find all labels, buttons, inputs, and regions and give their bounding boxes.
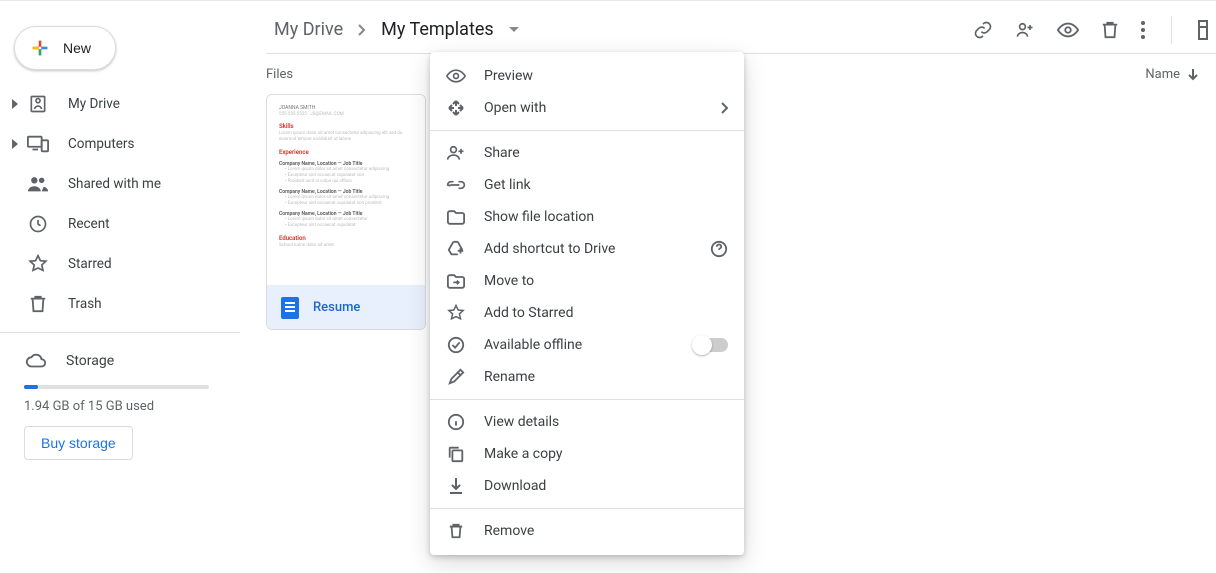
share-button[interactable] xyxy=(1015,20,1035,40)
shortcut-icon xyxy=(446,239,466,259)
ctx-make-copy[interactable]: Make a copy xyxy=(430,438,744,470)
file-card[interactable]: JOANNA SMITH 555-555-5555 · JS@EMAIL.COM… xyxy=(266,94,426,330)
trash-icon xyxy=(446,521,466,541)
link-icon xyxy=(446,175,466,195)
sidebar-item-label: My Drive xyxy=(68,96,120,112)
new-button[interactable]: New xyxy=(14,26,116,70)
open-with-icon xyxy=(446,98,466,118)
ctx-available-offline[interactable]: Available offline xyxy=(430,329,744,361)
cloud-icon xyxy=(24,349,48,373)
get-link-button[interactable] xyxy=(973,20,993,40)
ctx-rename[interactable]: Rename xyxy=(430,361,744,393)
expand-icon[interactable] xyxy=(6,99,24,109)
ctx-open-with[interactable]: Open with xyxy=(430,92,744,124)
ctx-remove[interactable]: Remove xyxy=(430,515,744,547)
sidebar-item-trash[interactable]: Trash xyxy=(0,284,240,324)
download-icon xyxy=(446,476,466,496)
devices-icon xyxy=(26,132,50,156)
people-icon xyxy=(26,172,50,196)
files-label: Files xyxy=(266,67,293,82)
offline-toggle[interactable] xyxy=(694,338,728,352)
ctx-view-details[interactable]: View details xyxy=(430,406,744,438)
ctx-preview[interactable]: Preview xyxy=(430,60,744,92)
file-name: Resume xyxy=(313,300,360,315)
sidebar-item-label: Starred xyxy=(68,256,112,272)
sidebar: New My Drive Computers Shared with me xyxy=(0,6,240,566)
ctx-download[interactable]: Download xyxy=(430,470,744,502)
docs-icon xyxy=(281,297,299,319)
toolbar-separator xyxy=(1171,16,1172,44)
storage-label: Storage xyxy=(66,353,114,369)
plus-icon xyxy=(29,37,51,59)
sidebar-item-shared[interactable]: Shared with me xyxy=(0,164,240,204)
buy-storage-button[interactable]: Buy storage xyxy=(24,426,133,460)
folder-icon xyxy=(446,207,466,227)
toolbar xyxy=(973,16,1206,44)
star-icon xyxy=(446,303,466,323)
ctx-move-to[interactable]: Move to xyxy=(430,265,744,297)
sort-label: Name xyxy=(1145,67,1180,82)
sidebar-item-computers[interactable]: Computers xyxy=(0,124,240,164)
star-icon xyxy=(26,252,50,276)
eye-icon xyxy=(446,66,466,86)
help-icon[interactable] xyxy=(710,240,728,258)
move-icon xyxy=(446,271,466,291)
sidebar-item-my-drive[interactable]: My Drive xyxy=(0,84,240,124)
chevron-right-icon xyxy=(720,102,728,114)
ctx-show-location[interactable]: Show file location xyxy=(430,201,744,233)
storage-bar xyxy=(24,385,209,389)
chevron-right-icon xyxy=(357,23,367,37)
breadcrumb-root[interactable]: My Drive xyxy=(266,15,351,44)
new-button-label: New xyxy=(63,40,91,56)
sort-button[interactable]: Name xyxy=(1145,67,1200,82)
offline-icon xyxy=(446,335,466,355)
ctx-add-shortcut[interactable]: Add shortcut to Drive xyxy=(430,233,744,265)
file-thumbnail: JOANNA SMITH 555-555-5555 · JS@EMAIL.COM… xyxy=(267,95,425,285)
ctx-get-link[interactable]: Get link xyxy=(430,169,744,201)
sidebar-item-label: Shared with me xyxy=(68,176,161,192)
sidebar-item-starred[interactable]: Starred xyxy=(0,244,240,284)
context-menu: Preview Open with Share Get link Show fi… xyxy=(430,52,744,555)
drive-icon xyxy=(26,92,50,116)
info-icon xyxy=(446,412,466,432)
sidebar-item-label: Computers xyxy=(68,136,134,152)
ctx-share[interactable]: Share xyxy=(430,137,744,169)
trash-icon xyxy=(26,292,50,316)
pencil-icon xyxy=(446,367,466,387)
storage-text: 1.94 GB of 15 GB used xyxy=(24,399,226,414)
file-footer: Resume xyxy=(267,285,425,329)
breadcrumb-row: My Drive My Templates xyxy=(266,6,1216,54)
more-actions-button[interactable] xyxy=(1141,21,1145,39)
sidebar-item-recent[interactable]: Recent xyxy=(0,204,240,244)
copy-icon xyxy=(446,444,466,464)
sidebar-item-storage[interactable]: Storage xyxy=(24,341,226,381)
breadcrumb-current[interactable]: My Templates xyxy=(373,15,502,44)
arrow-down-icon xyxy=(1186,67,1200,81)
sidebar-item-label: Trash xyxy=(68,296,102,312)
breadcrumb-dropdown-icon[interactable] xyxy=(504,22,524,38)
person-add-icon xyxy=(446,143,466,163)
clock-icon xyxy=(26,212,50,236)
preview-button[interactable] xyxy=(1057,22,1079,38)
ctx-add-starred[interactable]: Add to Starred xyxy=(430,297,744,329)
sidebar-item-label: Recent xyxy=(68,216,110,232)
delete-button[interactable] xyxy=(1101,20,1119,40)
view-details-button[interactable] xyxy=(1198,20,1208,40)
expand-icon[interactable] xyxy=(6,139,24,149)
